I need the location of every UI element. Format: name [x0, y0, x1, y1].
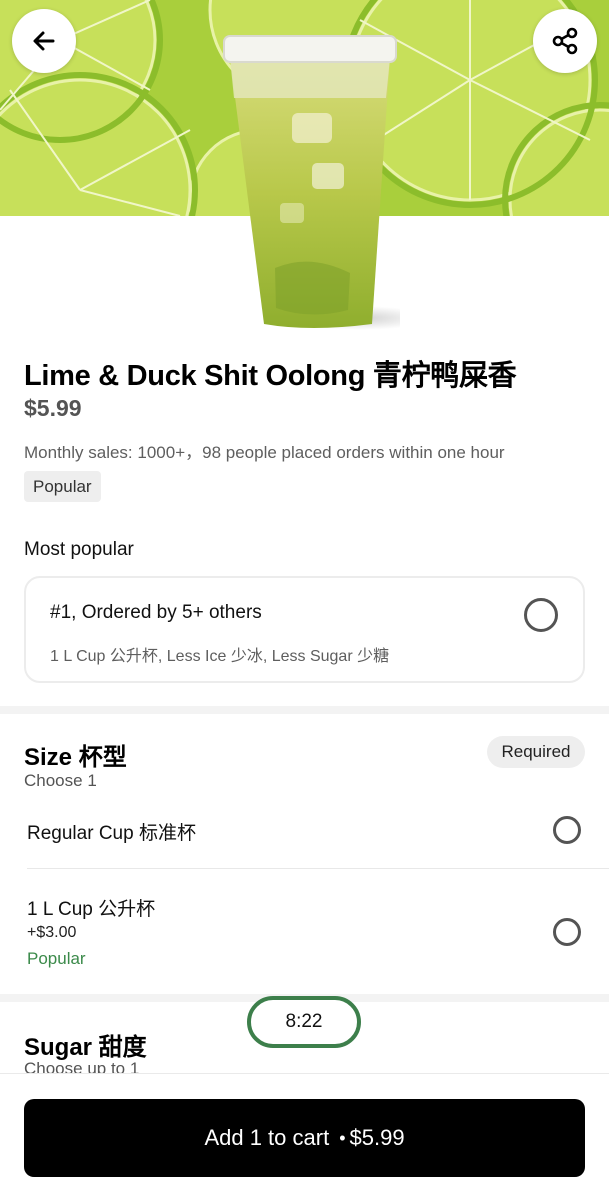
most-popular-option[interactable]: #1, Ordered by 5+ others 1 L Cup 公升杯, Le…: [24, 576, 585, 683]
sales-info: Monthly sales: 1000+，98 people placed or…: [24, 443, 505, 462]
most-popular-option-title: #1, Ordered by 5+ others: [50, 602, 262, 623]
sugar-section-title: Sugar 甜度: [24, 1034, 147, 1061]
back-button[interactable]: [12, 9, 76, 73]
most-popular-option-details: 1 L Cup 公升杯, Less Ice 少冰, Less Sugar 少糖: [50, 648, 390, 665]
option-divider: [27, 868, 609, 869]
product-title: Lime & Duck Shit Oolong 青柠鸭屎香: [24, 360, 517, 392]
add-to-cart-label: Add 1 to cart: [204, 1125, 330, 1150]
add-to-cart-button[interactable]: Add 1 to cart • $5.99: [24, 1099, 585, 1177]
size-section-title: Size 杯型: [24, 744, 127, 771]
popular-badge: Popular: [24, 471, 101, 502]
size-option-1l-label[interactable]: 1 L Cup 公升杯: [27, 894, 155, 921]
arrow-left-icon: [33, 31, 55, 51]
size-option-1l-popular-tag: Popular: [27, 949, 86, 968]
share-icon: [552, 27, 578, 55]
section-divider: [0, 706, 609, 714]
most-popular-radio[interactable]: [524, 598, 558, 632]
size-section-subtitle: Choose 1: [24, 771, 97, 790]
drink-cup-image: [220, 28, 430, 330]
size-option-1l-price: +$3.00: [27, 924, 77, 941]
size-option-regular-label[interactable]: Regular Cup 标准杯: [27, 818, 196, 845]
sugar-section-subtitle: Choose up to 1: [24, 1059, 140, 1073]
size-option-1l-radio[interactable]: [553, 918, 581, 946]
add-to-cart-price: $5.99: [349, 1125, 405, 1150]
product-hero: [0, 0, 609, 330]
separator-dot: •: [339, 1127, 346, 1148]
most-popular-heading: Most popular: [24, 539, 134, 560]
size-option-regular-radio[interactable]: [553, 816, 581, 844]
cart-footer: Add 1 to cart • $5.99: [0, 1073, 609, 1200]
product-price: $5.99: [24, 395, 82, 421]
required-badge: Required: [487, 736, 585, 768]
timer-pill: 8:22: [247, 996, 361, 1048]
share-button[interactable]: [533, 9, 597, 73]
